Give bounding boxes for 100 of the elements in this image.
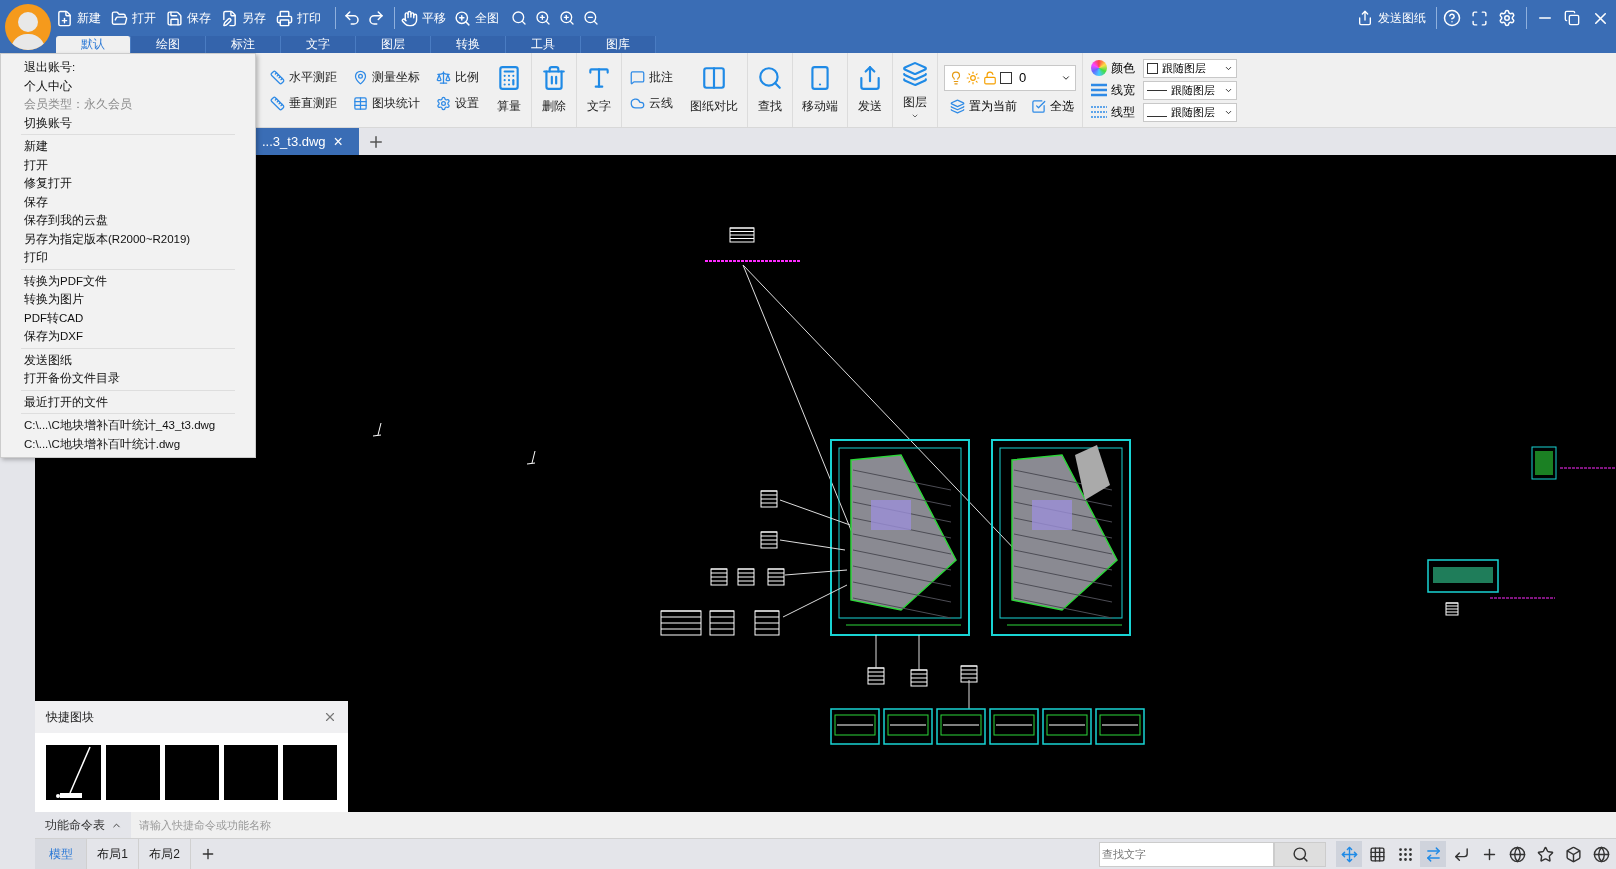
ribbon-button[interactable]: 比例 xyxy=(436,68,479,86)
tool-icon xyxy=(586,65,612,91)
tool-icon xyxy=(902,60,928,87)
property-dropdown[interactable]: 跟随图层 xyxy=(1143,58,1237,78)
ribbon-button[interactable]: 云线 xyxy=(630,94,673,112)
status-toggle[interactable] xyxy=(1336,841,1362,867)
ribbon-tab[interactable]: 默认 xyxy=(56,36,131,53)
block-thumbnail[interactable] xyxy=(106,745,160,800)
ribbon-tab[interactable]: 绘图 xyxy=(131,36,206,53)
property-dropdown[interactable]: 跟随图层 xyxy=(1143,80,1237,100)
menu-item[interactable]: 新建 xyxy=(21,137,235,156)
layer-dropdown[interactable]: 0 xyxy=(944,65,1076,91)
ribbon-tab[interactable]: 图层 xyxy=(356,36,431,53)
move-icon xyxy=(1340,845,1358,863)
color-swatch xyxy=(1000,72,1012,84)
color-wheel-icon xyxy=(1091,60,1107,76)
dots-grid-icon xyxy=(1396,845,1414,863)
tool-icon xyxy=(757,65,783,91)
tool-icon xyxy=(857,65,883,91)
toolbar-button[interactable]: 新建 xyxy=(56,9,101,27)
fullscreen-icon[interactable] xyxy=(1471,9,1488,27)
menu-item[interactable]: 切换账号 xyxy=(21,113,235,132)
tool-icon xyxy=(630,69,645,85)
menu-item[interactable]: 退出账号: xyxy=(21,58,235,77)
block-thumbnail[interactable] xyxy=(165,745,219,800)
ribbon-large-button[interactable]: 删除 xyxy=(532,53,577,127)
ribbon-tab[interactable]: 工具 xyxy=(506,36,581,53)
toolbar-button[interactable]: 另存 xyxy=(221,9,266,27)
ribbon-large-button[interactable]: 发送 xyxy=(848,53,893,127)
block-thumbnail[interactable] xyxy=(46,745,101,800)
line-sample xyxy=(1147,89,1167,91)
ribbon-tab[interactable]: 图库 xyxy=(581,36,656,53)
menu-item[interactable]: 个人中心 xyxy=(21,76,235,95)
line-type-icon xyxy=(1091,105,1107,119)
ribbon-button[interactable]: 垂直测距 xyxy=(270,94,337,112)
tool-icon xyxy=(436,69,451,85)
menu-item[interactable]: 最近打开的文件 xyxy=(21,392,235,411)
property-label: 线型 xyxy=(1111,104,1136,121)
command-input[interactable]: 请输入快捷命令或功能名称 xyxy=(131,812,1616,838)
restore-icon[interactable] xyxy=(1564,10,1580,26)
corner-icon xyxy=(1452,845,1470,863)
tool-icon xyxy=(270,95,285,111)
ribbon-button[interactable]: 批注 xyxy=(630,68,673,86)
document-tab[interactable]: ...3_t3.dwg × xyxy=(256,128,359,155)
ribbon-large-button[interactable]: 图层 xyxy=(893,53,938,127)
ribbon-button[interactable]: 水平测距 xyxy=(270,68,337,86)
arrows-icon xyxy=(1424,845,1442,863)
tool-icon xyxy=(353,69,368,85)
ribbon-button[interactable]: 全选 xyxy=(1031,97,1074,115)
ribbon-large-button[interactable]: 算量 xyxy=(487,53,532,127)
search-button[interactable] xyxy=(1274,841,1326,867)
status-toggle[interactable] xyxy=(1420,841,1446,867)
ribbon-button[interactable]: 测量坐标 xyxy=(353,68,420,86)
ribbon-button[interactable]: 图块统计 xyxy=(353,94,420,112)
ribbon-large-button[interactable]: 图纸对比 xyxy=(681,53,748,127)
redo-icon[interactable] xyxy=(367,9,385,27)
grid-icon xyxy=(1368,845,1386,863)
ribbon-button[interactable]: 设置 xyxy=(436,94,479,112)
block-thumbnail[interactable] xyxy=(224,745,278,800)
property-label: 颜色 xyxy=(1111,60,1136,77)
lock-icon xyxy=(983,71,997,85)
select-icon xyxy=(1031,98,1046,114)
ribbon-tab[interactable]: 转换 xyxy=(431,36,506,53)
search-field[interactable]: 查找文字 xyxy=(1099,841,1274,867)
toolbar-button[interactable]: 平移 xyxy=(401,9,446,27)
zoom-out-icon[interactable] xyxy=(583,10,599,26)
zoom-in-icon[interactable] xyxy=(535,10,551,26)
ribbon-tab[interactable]: 标注 xyxy=(206,36,281,53)
ribbon-large-button[interactable]: 文字 xyxy=(577,53,622,127)
toolbar-button[interactable]: 全图 xyxy=(454,9,499,27)
zoom-window-icon[interactable] xyxy=(511,10,527,26)
caret-icon xyxy=(1061,73,1071,83)
send-drawing-button[interactable]: 发送图纸 xyxy=(1357,9,1426,27)
layout-tab[interactable]: 布局2 xyxy=(139,839,191,869)
layers-icon xyxy=(950,98,965,114)
property-dropdown[interactable]: 跟随图层 xyxy=(1143,102,1237,122)
close-icon[interactable] xyxy=(323,710,337,724)
zoom-in-icon[interactable] xyxy=(559,10,575,26)
add-layout-icon[interactable] xyxy=(200,846,216,862)
ribbon-large-button[interactable]: 查找 xyxy=(748,53,793,127)
settings-icon[interactable] xyxy=(1498,9,1516,27)
ruler-icon xyxy=(270,69,285,85)
layout-tab[interactable]: 布局1 xyxy=(87,839,139,869)
help-icon[interactable] xyxy=(1443,9,1461,27)
cube-icon xyxy=(1564,845,1582,863)
ribbon-tab[interactable]: 文字 xyxy=(281,36,356,53)
toolbar-button[interactable]: 打印 xyxy=(276,9,321,27)
panel-title: 快捷图块 xyxy=(46,709,94,726)
tab-close-icon[interactable]: × xyxy=(333,129,343,154)
avatar[interactable] xyxy=(5,3,51,50)
ribbon-button[interactable]: 置为当前 xyxy=(950,97,1017,115)
line-sample xyxy=(1147,115,1167,117)
undo-icon[interactable] xyxy=(343,9,361,27)
add-tab-icon[interactable] xyxy=(367,133,385,151)
toolbar-button[interactable]: 保存 xyxy=(166,9,211,27)
block-thumbnail[interactable] xyxy=(283,745,337,800)
star-icon xyxy=(1536,845,1554,863)
toolbar-button[interactable]: 打开 xyxy=(111,9,156,27)
property-label: 线宽 xyxy=(1111,82,1136,99)
ribbon-large-button[interactable]: 移动端 xyxy=(793,53,848,127)
